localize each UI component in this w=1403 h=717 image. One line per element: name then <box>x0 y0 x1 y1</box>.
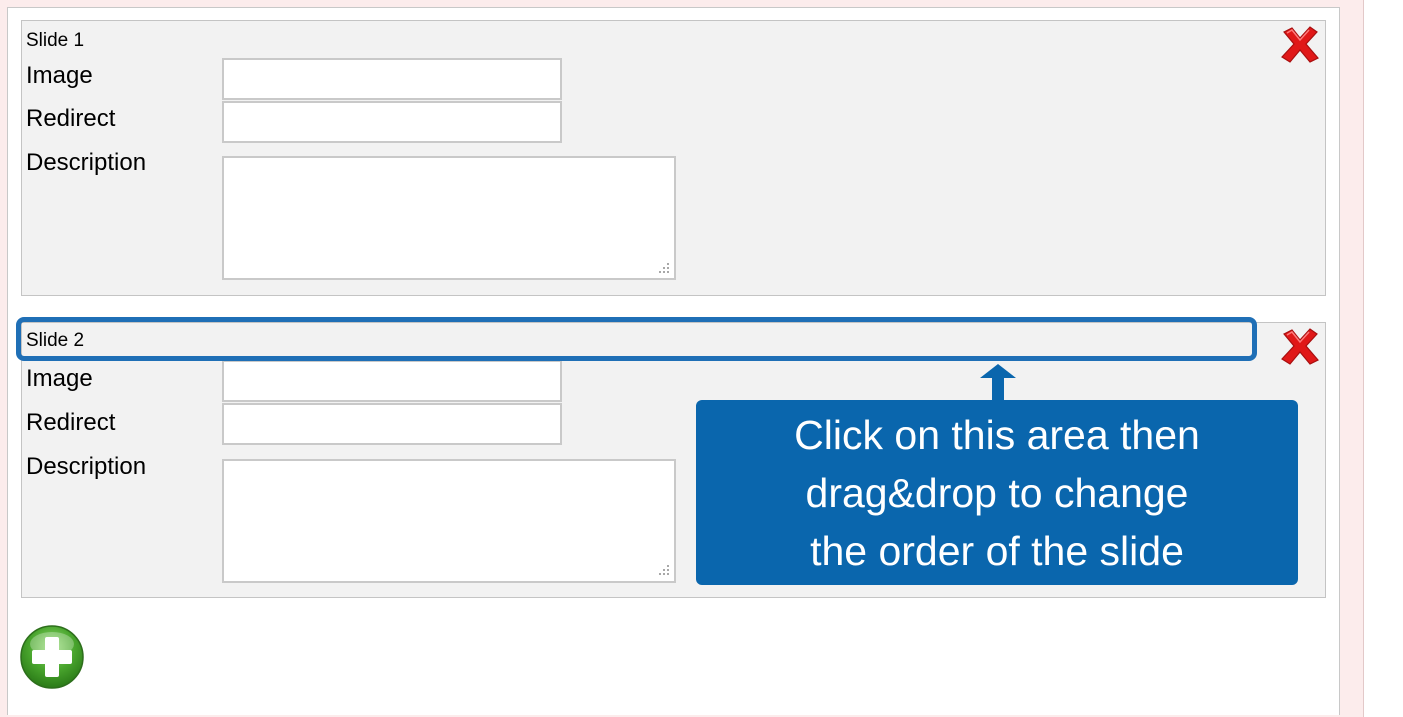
image-input[interactable] <box>222 360 562 402</box>
arrow-up-icon <box>980 364 1016 402</box>
redirect-input[interactable] <box>222 403 562 445</box>
slide-card-1[interactable]: Slide 1 Image Redirect Description <box>21 20 1326 296</box>
image-input[interactable] <box>222 58 562 100</box>
image-label: Image <box>26 365 93 392</box>
page-right-edge <box>1363 0 1403 717</box>
callout-line-2: drag&drop to change <box>805 470 1189 516</box>
callout-line-3: the order of the slide <box>810 528 1184 574</box>
drag-drop-hint-callout: Click on this area then drag&drop to cha… <box>696 400 1298 585</box>
close-icon <box>1281 328 1319 365</box>
redirect-label: Redirect <box>26 105 116 132</box>
image-label: Image <box>26 62 93 89</box>
callout-line-1: Click on this area then <box>794 412 1200 458</box>
plus-icon <box>20 625 84 689</box>
redirect-input[interactable] <box>222 101 562 143</box>
delete-slide-1-button[interactable] <box>1278 24 1322 64</box>
slide-title: Slide 1 <box>26 30 85 51</box>
delete-slide-2-button[interactable] <box>1278 326 1322 366</box>
add-slide-button[interactable] <box>19 624 85 690</box>
close-icon <box>1281 26 1319 63</box>
description-textarea[interactable] <box>222 459 676 583</box>
description-label: Description <box>26 453 147 480</box>
slide-2-drag-handle-highlight[interactable] <box>16 317 1257 361</box>
redirect-label: Redirect <box>26 409 116 436</box>
description-label: Description <box>26 149 147 176</box>
description-textarea[interactable] <box>222 156 676 280</box>
